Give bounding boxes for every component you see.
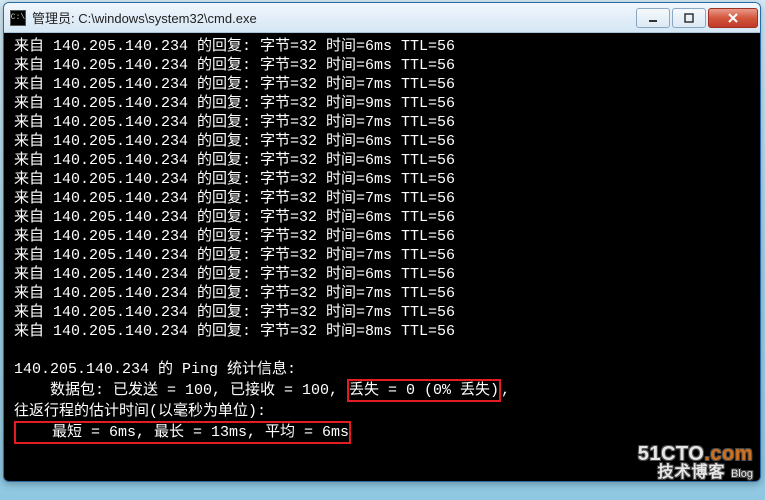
- loss-highlight: 丢失 = 0 (0% 丢失): [347, 379, 501, 402]
- close-button[interactable]: [708, 8, 758, 28]
- titlebar[interactable]: C:\ 管理员: C:\windows\system32\cmd.exe: [4, 3, 760, 33]
- maximize-button[interactable]: [672, 8, 706, 28]
- cmd-icon: C:\: [10, 10, 26, 26]
- console-output[interactable]: 来自 140.205.140.234 的回复: 字节=32 时间=6ms TTL…: [4, 33, 760, 481]
- minimize-icon: [648, 13, 658, 23]
- minimize-button[interactable]: [636, 8, 670, 28]
- watermark: 51CTO.com 技术博客 Blog: [638, 444, 753, 482]
- watermark-line2: 技术博客 Blog: [638, 465, 753, 482]
- cmd-window: C:\ 管理员: C:\windows\system32\cmd.exe 来自 …: [3, 2, 761, 482]
- window-title: 管理员: C:\windows\system32\cmd.exe: [32, 8, 257, 27]
- watermark-line1: 51CTO.com: [638, 444, 753, 465]
- close-icon: [727, 13, 739, 23]
- window-controls: [634, 8, 760, 28]
- rtt-highlight: 最短 = 6ms, 最长 = 13ms, 平均 = 6ms: [14, 421, 351, 444]
- maximize-icon: [684, 13, 694, 23]
